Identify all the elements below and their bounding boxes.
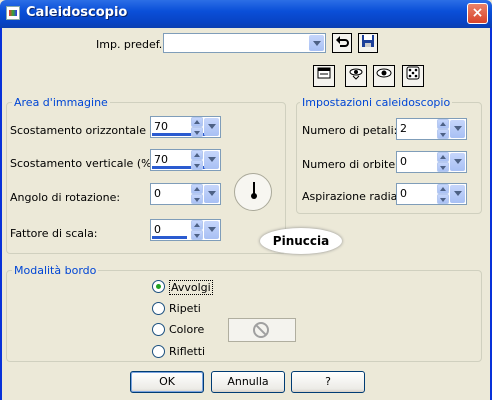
preset-select[interactable] — [163, 33, 326, 53]
horizontal-offset-value: 70 — [154, 120, 168, 133]
randomize-button[interactable] — [402, 65, 424, 87]
orbits-spinner[interactable] — [437, 152, 449, 172]
watermark-logo: Pinuccia — [260, 228, 342, 254]
petals-value: 2 — [400, 122, 407, 135]
border-mode-title: Modalità bordo — [12, 264, 99, 277]
scale-factor-label: Fattore di scala: — [10, 227, 98, 240]
dice-icon — [406, 66, 420, 80]
vertical-offset-spinner[interactable] — [191, 150, 203, 170]
spin-down-icon[interactable] — [437, 129, 449, 139]
spin-down-icon[interactable] — [437, 162, 449, 172]
preview-toggle-button[interactable] — [313, 65, 335, 87]
rotation-angle-label: Angolo di rotazione: — [10, 191, 121, 204]
spin-down-icon[interactable] — [191, 230, 203, 240]
spin-up-icon[interactable] — [191, 117, 203, 127]
kaleidoscope-settings-title: Impostazioni caleidoscopio — [300, 96, 453, 109]
scale-factor-bar — [152, 236, 187, 239]
no-entry-icon — [253, 322, 269, 338]
orbits-field[interactable]: 0 — [396, 151, 467, 173]
radio-color[interactable] — [152, 323, 165, 336]
save-preset-button[interactable] — [358, 33, 378, 53]
vertical-offset-value: 70 — [154, 153, 168, 166]
radio-wrap[interactable] — [152, 280, 165, 293]
radio-wrap-label[interactable]: Avvolgi — [169, 280, 213, 295]
spin-up-icon[interactable] — [191, 150, 203, 160]
chevron-down-icon[interactable] — [309, 35, 324, 51]
radial-suction-label: Aspirazione radiale: — [302, 190, 411, 203]
spin-up-icon[interactable] — [437, 119, 449, 129]
radial-suction-spinner[interactable] — [437, 184, 449, 204]
radio-reflect-label[interactable]: Rifletti — [169, 345, 205, 358]
dial-center — [251, 193, 257, 199]
window-title: Caleidoscopio — [26, 5, 128, 20]
rotation-angle-field[interactable]: 0 — [150, 183, 221, 205]
orbits-value: 0 — [400, 155, 407, 168]
scale-factor-value: 0 — [154, 223, 161, 236]
color-swatch[interactable] — [228, 318, 296, 342]
reset-preset-button[interactable] — [332, 33, 352, 53]
rotation-dial[interactable] — [234, 173, 272, 211]
spin-down-icon[interactable] — [437, 194, 449, 204]
chevron-down-icon[interactable] — [204, 185, 219, 203]
spin-down-icon[interactable] — [191, 127, 203, 137]
vertical-offset-field[interactable]: 70 — [150, 149, 221, 171]
horizontal-offset-field[interactable]: 70 — [150, 116, 221, 138]
radial-suction-value: 0 — [400, 187, 407, 200]
rotation-angle-value: 0 — [154, 187, 161, 200]
spin-up-icon[interactable] — [437, 152, 449, 162]
spin-up-icon[interactable] — [191, 220, 203, 230]
floppy-disk-icon — [362, 35, 374, 47]
spin-down-icon[interactable] — [191, 160, 203, 170]
close-button[interactable]: × — [467, 3, 488, 24]
chevron-down-icon[interactable] — [450, 120, 465, 138]
auto-proof-button[interactable] — [373, 65, 395, 87]
petals-field[interactable]: 2 — [396, 118, 467, 140]
petals-spinner[interactable] — [437, 119, 449, 139]
window-icon — [317, 67, 331, 79]
undo-arrow-icon — [336, 36, 349, 47]
horizontal-offset-spinner[interactable] — [191, 117, 203, 137]
eye-hand-icon — [349, 68, 363, 80]
vertical-offset-label: Scostamento verticale (%): — [10, 157, 160, 170]
scale-factor-spinner[interactable] — [191, 220, 203, 240]
help-button[interactable]: ? — [291, 371, 365, 393]
preset-label: Imp. predef.: — [96, 38, 166, 51]
chevron-down-icon[interactable] — [450, 153, 465, 171]
scale-factor-field[interactable]: 0 — [150, 219, 221, 241]
border-mode-group — [6, 270, 482, 362]
orbits-label: Numero di orbite: — [302, 158, 399, 171]
chevron-down-icon[interactable] — [204, 221, 219, 239]
spin-up-icon[interactable] — [437, 184, 449, 194]
radio-reflect[interactable] — [152, 345, 165, 358]
chevron-down-icon[interactable] — [204, 151, 219, 169]
radio-repeat[interactable] — [152, 302, 165, 315]
eye-icon — [376, 68, 392, 78]
petals-label: Numero di petali: — [302, 124, 398, 137]
spin-down-icon[interactable] — [191, 194, 203, 204]
radio-color-label[interactable]: Colore — [169, 323, 204, 336]
cancel-button[interactable]: Annulla — [211, 371, 285, 393]
radio-repeat-label[interactable]: Ripeti — [169, 302, 201, 315]
radial-suction-field[interactable]: 0 — [396, 183, 467, 205]
ok-button[interactable]: OK — [130, 371, 204, 393]
horizontal-offset-label: Scostamento orizzontale (%): — [10, 124, 173, 137]
chevron-down-icon[interactable] — [204, 118, 219, 136]
title-bar: Caleidoscopio × — [0, 0, 492, 28]
app-icon — [6, 6, 20, 20]
image-area-title: Area d'immagine — [12, 96, 110, 109]
chevron-down-icon[interactable] — [450, 185, 465, 203]
rotation-angle-spinner[interactable] — [191, 184, 203, 204]
proof-button[interactable] — [345, 65, 367, 87]
spin-up-icon[interactable] — [191, 184, 203, 194]
